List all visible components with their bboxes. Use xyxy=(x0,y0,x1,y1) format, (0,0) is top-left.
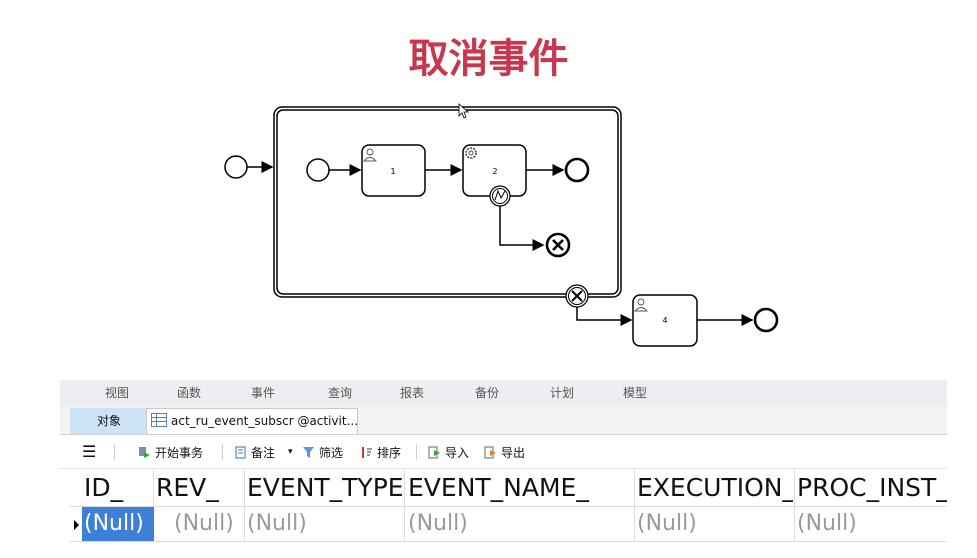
outer-start-event xyxy=(224,155,248,179)
menu-bar: 视图 函数 事件 查询 报表 备份 计划 模型 xyxy=(60,380,947,407)
task-1-label: 1 xyxy=(390,167,395,176)
grid-cell-event-type[interactable]: (Null) xyxy=(247,507,397,541)
hamburger-menu-icon[interactable]: ☰ xyxy=(82,442,96,461)
column-separator xyxy=(794,470,795,542)
tab-bar: 对象 act_ru_event_subscr @activit... xyxy=(60,406,947,435)
sort-icon xyxy=(362,447,372,458)
filter-button[interactable]: 筛选 xyxy=(302,444,343,461)
note-button[interactable]: 备注 xyxy=(234,444,275,461)
grid-cell-event-name[interactable]: (Null) xyxy=(408,507,628,541)
menu-view[interactable]: 视图 xyxy=(105,384,129,401)
menu-query[interactable]: 查询 xyxy=(328,384,352,401)
column-header-id[interactable]: ID_ xyxy=(84,470,148,506)
task-4-label: 4 xyxy=(662,316,667,325)
current-row-indicator xyxy=(74,520,79,530)
tab-objects[interactable]: 对象 xyxy=(70,408,148,434)
toolbar: ☰ 开始事务 备注 ▾ 筛选 排序 导入 导出 xyxy=(60,436,947,469)
tab-event-subscr-table[interactable]: act_ru_event_subscr @activit... xyxy=(146,408,358,434)
toolbar-divider xyxy=(114,444,115,460)
menu-events[interactable]: 事件 xyxy=(251,384,275,401)
compensation-boundary-event xyxy=(489,185,511,207)
menu-functions[interactable]: 函数 xyxy=(177,384,201,401)
column-separator xyxy=(404,470,405,542)
column-header-event-type[interactable]: EVENT_TYPE_ xyxy=(247,470,403,506)
column-header-event-name[interactable]: EVENT_NAME_ xyxy=(408,470,634,506)
column-separator xyxy=(634,470,635,542)
import-icon xyxy=(428,446,440,459)
menu-report[interactable]: 报表 xyxy=(400,384,424,401)
menu-backup[interactable]: 备份 xyxy=(475,384,499,401)
task-2-label: 2 xyxy=(492,167,497,176)
import-button[interactable]: 导入 xyxy=(428,444,469,461)
column-header-execution[interactable]: EXECUTION_ xyxy=(637,470,793,506)
table-icon xyxy=(151,413,167,427)
begin-transaction-icon xyxy=(139,447,150,458)
grid-cell-execution[interactable]: (Null) xyxy=(637,507,787,541)
column-header-rev[interactable]: REV_ xyxy=(156,470,244,506)
export-button[interactable]: 导出 xyxy=(484,444,525,461)
grid-cell-id[interactable]: (Null) xyxy=(82,507,154,541)
menu-schedule[interactable]: 计划 xyxy=(550,384,574,401)
inner-end-event xyxy=(564,157,590,183)
final-end-event xyxy=(753,307,779,333)
flow-cancel-boundary-to-task4 xyxy=(576,307,633,326)
toolbar-divider xyxy=(222,444,223,460)
column-separator xyxy=(244,470,245,542)
tab-table-label: act_ru_event_subscr @activit... xyxy=(171,414,359,428)
column-header-proc-inst[interactable]: PROC_INST_ xyxy=(797,470,947,506)
menu-model[interactable]: 模型 xyxy=(623,384,647,401)
grid-cell-rev[interactable]: (Null) xyxy=(174,507,244,541)
note-icon xyxy=(235,446,246,459)
inner-start-event xyxy=(306,158,330,182)
bpmn-diagram: 1 2 4 xyxy=(224,103,779,347)
data-grid: ID_ REV_ EVENT_TYPE_ EVENT_NAME_ EXECUTI… xyxy=(60,470,947,558)
toolbar-divider xyxy=(416,444,417,460)
export-icon xyxy=(484,446,496,459)
transaction-subprocess xyxy=(273,106,622,298)
grid-cell-proc-inst[interactable]: (Null) xyxy=(797,507,937,541)
grid-divider xyxy=(70,541,947,542)
filter-icon xyxy=(303,447,314,458)
cancel-end-event xyxy=(545,232,571,258)
chevron-down-icon[interactable]: ▾ xyxy=(288,447,293,457)
begin-transaction-button[interactable]: 开始事务 xyxy=(138,444,203,461)
cancel-boundary-event xyxy=(565,284,589,308)
sort-button[interactable]: 排序 xyxy=(360,444,401,461)
